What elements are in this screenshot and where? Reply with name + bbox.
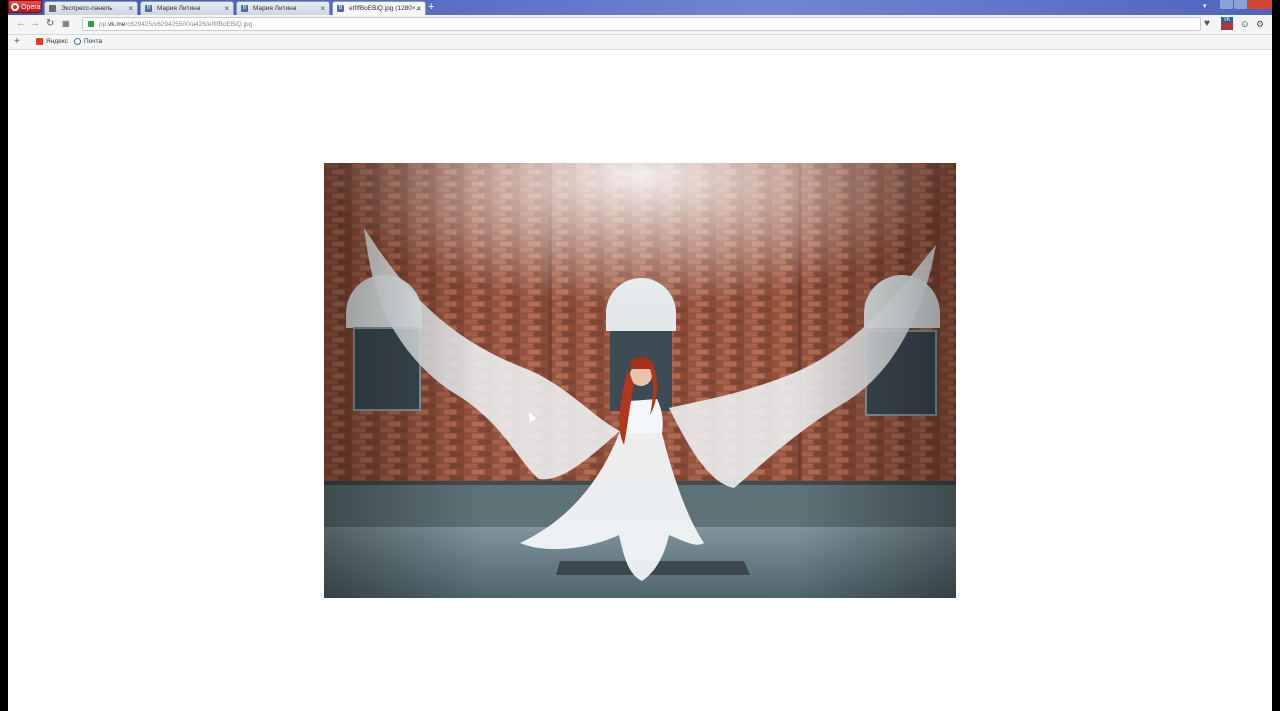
tab-title: Мария Литина: [157, 5, 201, 12]
address-bar[interactable]: pp.vk.me/c629425/v629425500/a426/eIfIfBo…: [82, 17, 1201, 31]
vk-icon: B: [145, 5, 152, 12]
download-icon[interactable]: ⊙: [1241, 18, 1249, 30]
vk-extension-icon[interactable]: VK: [1221, 17, 1233, 30]
close-window-button[interactable]: [1248, 0, 1272, 9]
close-tab-icon[interactable]: ×: [128, 2, 133, 15]
opera-logo-icon: [11, 3, 19, 11]
vk-icon: B: [337, 5, 344, 12]
bookmark-mail[interactable]: Почта: [74, 35, 102, 49]
displayed-photo[interactable]: [324, 163, 956, 598]
reload-icon[interactable]: ↻: [46, 18, 54, 30]
tab-title: Экспресс-панель: [61, 5, 113, 12]
navigation-toolbar: ← → ↻ ▦ pp.vk.me/c629425/v629425500/a426…: [8, 15, 1272, 35]
vk-icon: B: [241, 5, 248, 12]
back-icon[interactable]: ←: [16, 18, 26, 30]
bookmark-label: Почта: [84, 38, 103, 45]
mail-icon: [74, 38, 81, 45]
maximize-button[interactable]: [1234, 0, 1247, 9]
add-bookmark-icon[interactable]: +: [14, 35, 20, 49]
bookmark-yandex[interactable]: Яндекс: [36, 35, 68, 49]
yandex-icon: [36, 38, 43, 45]
tab-vk-profile-2[interactable]: B Мария Литина ×: [236, 1, 330, 15]
opera-menu-button[interactable]: Opera: [8, 0, 42, 13]
tab-strip: Opera Экспресс-панель × B Мария Литина ×…: [8, 0, 1272, 15]
opera-menu-label: Opera: [21, 4, 41, 11]
tab-express-panel[interactable]: Экспресс-панель ×: [44, 1, 138, 15]
speed-dial-icon[interactable]: ▦: [62, 18, 70, 30]
forward-icon[interactable]: →: [30, 18, 40, 30]
page-content: [8, 50, 1272, 711]
minimize-button[interactable]: [1220, 0, 1233, 9]
tab-title: Мария Литина: [253, 5, 297, 12]
new-tab-button[interactable]: +: [428, 1, 434, 13]
grid-icon: [49, 5, 56, 12]
bookmarks-bar: + Яндекс Почта: [8, 35, 1272, 50]
close-tab-icon[interactable]: ×: [416, 2, 421, 15]
tab-image-active[interactable]: B eIfIfBoEBiQ.jpg (1280×... ×: [332, 1, 426, 15]
browser-window: Opera Экспресс-панель × B Мария Литина ×…: [8, 0, 1272, 711]
tab-menu-icon[interactable]: ▾: [1203, 2, 1207, 10]
bookmark-heart-icon[interactable]: ♥: [1204, 18, 1210, 30]
settings-icon[interactable]: ⚙: [1256, 18, 1264, 30]
close-tab-icon[interactable]: ×: [224, 2, 229, 15]
bookmark-label: Яндекс: [46, 38, 68, 45]
address-text: pp.vk.me/c629425/v629425500/a426/eIfIfBo…: [99, 21, 253, 28]
tab-title: eIfIfBoEBiQ.jpg (1280×...: [349, 5, 422, 12]
lock-icon: [88, 21, 94, 27]
close-tab-icon[interactable]: ×: [320, 2, 325, 15]
tab-vk-profile-1[interactable]: B Мария Литина ×: [140, 1, 234, 15]
